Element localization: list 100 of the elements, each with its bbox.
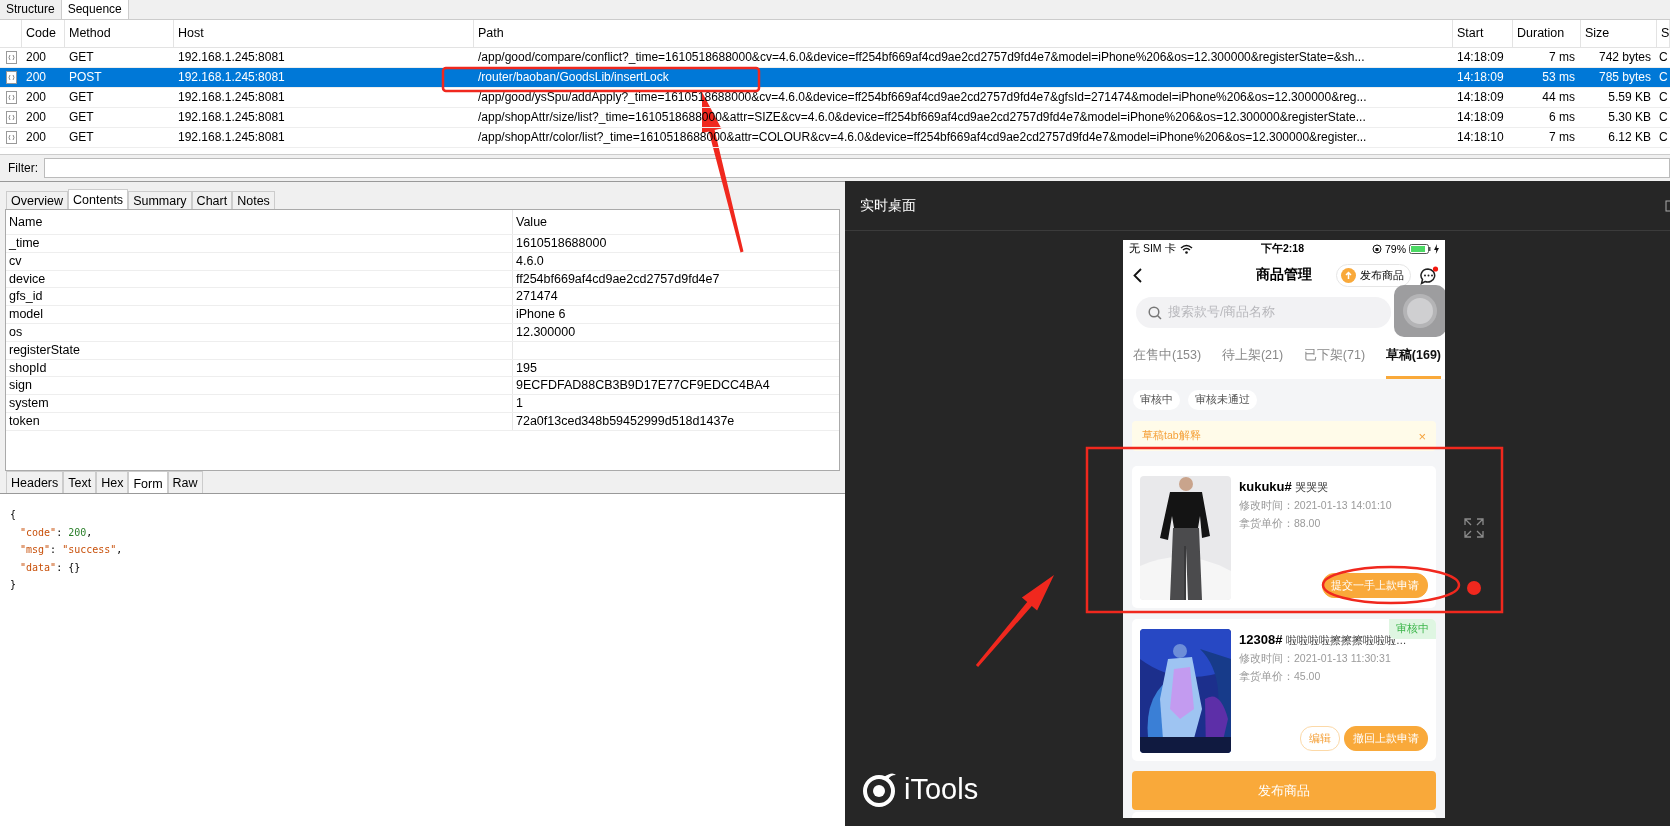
file-icon [5,51,17,64]
table-cell: 192.168.1.245:8081 [174,88,474,108]
table-cell: 5.30 KB [1581,108,1657,128]
wifi-icon [1179,243,1193,254]
charging-icon [1434,243,1439,254]
notice-text: 草稿tab解释 [1142,429,1201,443]
page-title: 商品管理 [1256,266,1312,282]
product-title: kukuku# 哭哭哭 [1239,479,1330,495]
status-tab[interactable]: 在售中(153) [1133,337,1202,379]
table-cell: C [1657,128,1670,148]
column-header[interactable]: Name [6,210,513,234]
status-tab[interactable]: 待上架(21) [1221,337,1284,379]
table-cell: POST [65,68,174,88]
table-cell: 192.168.1.245:8081 [174,128,474,148]
inspector-tab[interactable]: Chart [191,191,233,209]
table-cell: 5.59 KB [1581,88,1657,108]
table-cell: 6 ms [1513,108,1581,128]
table-cell-text: 9ECFDFAD88CB3B9D17E77CF9EDCC4BA4 [515,377,771,395]
table-cell: 200 [22,68,65,88]
clock: 下午2:18 [1261,242,1304,256]
table-cell: /router/baoban/GoodsLib/insertLock [474,68,1453,88]
itools-logo-icon [862,771,898,807]
table-cell: device [6,270,513,288]
filter-label: Filter: [8,161,38,175]
table-cell: 200 [22,88,65,108]
column-header[interactable]: Path [474,20,1453,48]
code-line: "code": 200, [19,525,94,540]
inspector-tab[interactable]: Contents [68,189,129,209]
rotation-lock-icon [1372,243,1382,254]
column-header[interactable]: Method [65,20,174,48]
carrier-label: 无 SIM 卡 [1129,241,1176,256]
response-tab[interactable]: Form [128,471,168,493]
window-title: 实时桌面 [860,196,916,215]
battery-icon [1409,243,1431,254]
table-cell: 192.168.1.245:8081 [174,108,474,128]
table-cell: 14:18:09 [1453,88,1513,108]
table-cell: 14:18:09 [1453,108,1513,128]
table-cell: C [1657,108,1670,128]
code-line: "msg": "success", [19,543,124,557]
column-header[interactable]: Duration [1513,20,1581,48]
column-header[interactable]: Size [1581,20,1657,48]
annotation-dot [1467,581,1481,595]
filter-chip[interactable]: 审核中 [1133,390,1180,410]
table-cell-text: 1610518688000 [515,235,608,252]
column-header[interactable]: Value [513,210,839,234]
filter-field[interactable] [44,158,1670,178]
table-cell: registerState [6,341,513,359]
table-cell: GET [65,88,174,108]
unit-price: 拿货单价：45.00 [1239,670,1322,684]
table-cell: model [6,306,513,323]
table-cell-text: ff254bf669af4cd9ae2cd2757d9fd4e7 [515,270,721,288]
publish-button[interactable]: 发布商品 [1336,263,1411,287]
table-cell-text: 195 [515,359,538,377]
file-icon [5,111,17,124]
table-cell-text: iPhone 6 [515,306,567,323]
upload-icon [1341,267,1356,283]
table-cell-text: 12.300000 [515,324,577,341]
file-icon [5,91,17,104]
table-cell: C [1657,68,1670,88]
filter-chip[interactable]: 审核未通过 [1188,390,1257,410]
battery-percent: 79% [1385,242,1406,255]
fullscreen-icon[interactable] [1464,518,1484,538]
table-cell: 14:18:10 [1453,128,1513,148]
column-header[interactable]: S [1657,20,1670,48]
column-header[interactable]: Host [174,20,474,48]
modified-time: 修改时间：2021-01-13 11:30:31 [1239,652,1392,666]
table-cell: token [6,412,513,430]
table-cell: 14:18:09 [1453,68,1513,88]
table-cell: system [6,395,513,412]
inspector-tab[interactable]: Notes [232,191,275,209]
table-cell-text: 1 [515,395,524,412]
table-cell: os [6,324,513,341]
table-cell: 200 [22,128,65,148]
status-tab[interactable]: 已下架(71) [1303,337,1366,379]
table-cell: 785 bytes [1581,68,1657,88]
table-cell: 192.168.1.245:8081 [174,68,474,88]
table-cell: sign [6,377,513,395]
code-line: "data": {} [19,560,82,575]
unit-price: 拿货单价：88.00 [1239,517,1322,531]
table-cell: GET [65,108,174,128]
table-cell: shopId [6,359,513,377]
modified-time: 修改时间：2021-01-13 14:01:10 [1239,499,1393,513]
search-icon [1148,305,1162,320]
table-cell-text: 271474 [515,288,559,306]
view-tab[interactable]: Sequence [61,0,129,19]
file-icon [5,131,17,144]
column-header[interactable]: Code [22,20,65,48]
table-cell-text: 4.6.0 [515,252,545,270]
table-cell: _time [6,235,513,252]
table-cell: 7 ms [1513,128,1581,148]
inspector-tab[interactable]: Summary [128,191,192,209]
column-header[interactable]: Start [1453,20,1513,48]
back-icon[interactable] [1133,267,1142,283]
inspector-tab[interactable]: Overview [6,191,69,209]
code-line: { [10,508,18,522]
table-cell: 53 ms [1513,68,1581,88]
table-cell: 44 ms [1513,88,1581,108]
chat-icon[interactable] [1419,265,1439,285]
table-cell: 200 [22,108,65,128]
table-cell: 6.12 KB [1581,128,1657,148]
